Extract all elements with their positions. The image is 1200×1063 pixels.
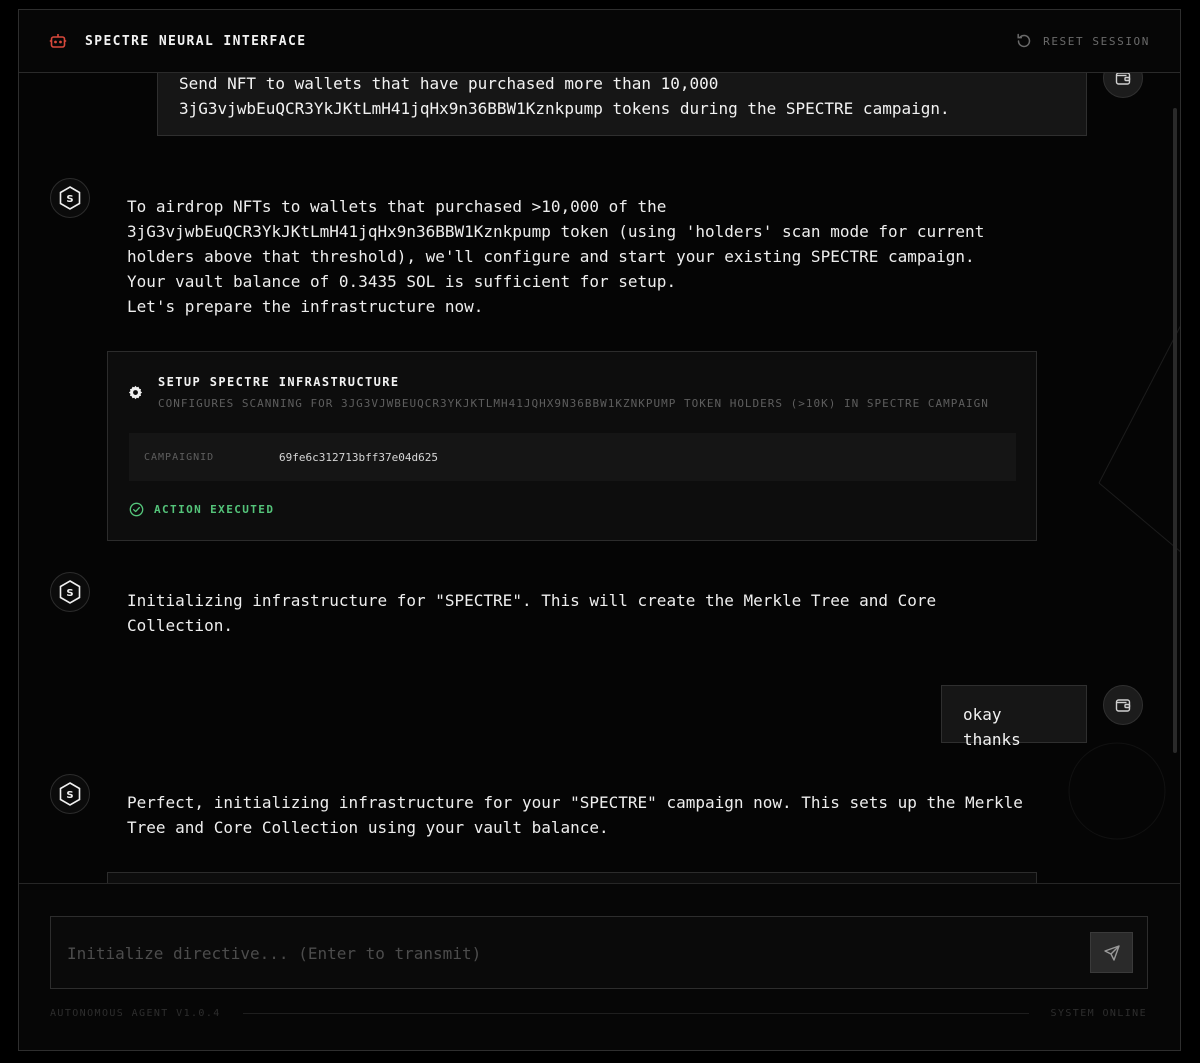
user-message: okay thanks (941, 685, 1087, 749)
hexagon-logo-icon: S (57, 579, 83, 605)
chat-scroll-area[interactable]: Send NFT to wallets that have purchased … (19, 73, 1180, 883)
param-row: CAMPAIGNID 69fe6c312713bff37e04d625 (129, 433, 1016, 481)
composer-box (50, 916, 1148, 989)
send-icon (1103, 944, 1121, 962)
rotate-ccw-icon (1015, 32, 1033, 50)
svg-text:S: S (66, 194, 73, 205)
reset-session-button[interactable]: RESET SESSION (1015, 32, 1150, 50)
composer-area: AUTONOMOUS AGENT V1.0.4 SYSTEM ONLINE (19, 883, 1180, 1050)
gear-icon (128, 385, 143, 404)
footer-divider (242, 1012, 1029, 1014)
hexagon-logo-icon: S (57, 185, 83, 211)
svg-text:S: S (66, 588, 73, 599)
check-circle-icon (129, 502, 144, 517)
header: SPECTRE NEURAL INTERFACE RESET SESSION (19, 10, 1180, 73)
hexagon-logo-icon: S (57, 781, 83, 807)
wallet-icon (1114, 73, 1132, 87)
agent-message-text: Perfect, initializing infrastructure for… (127, 793, 1023, 837)
send-button[interactable] (1090, 932, 1133, 973)
user-message-text: okay thanks (963, 705, 1021, 749)
app-title: SPECTRE NEURAL INTERFACE (85, 33, 307, 49)
param-value: 69fe6c312713bff37e04d625 (279, 450, 438, 464)
directive-input[interactable] (67, 935, 1067, 971)
action-status: ACTION EXECUTED (129, 502, 274, 517)
wallet-icon (1114, 696, 1132, 714)
action-description: CONFIGURES SCANNING FOR 3JG3VJWBEUQCR3YK… (158, 397, 989, 410)
agent-avatar: S (50, 774, 90, 814)
reset-session-label: RESET SESSION (1043, 34, 1150, 48)
action-status-label: ACTION EXECUTED (154, 503, 275, 516)
action-card: SETUP SPECTRE INFRASTRUCTURE CONFIGURES … (107, 351, 1037, 541)
chat-scrollbar[interactable] (1173, 108, 1177, 753)
action-card-partial (107, 872, 1037, 883)
agent-avatar: S (50, 178, 90, 218)
action-title: SETUP SPECTRE INFRASTRUCTURE (158, 375, 400, 389)
agent-message-text: To airdrop NFTs to wallets that purchase… (127, 197, 985, 316)
user-avatar (1103, 73, 1143, 98)
agent-message-text: Initializing infrastructure for "SPECTRE… (127, 591, 937, 635)
footer: AUTONOMOUS AGENT V1.0.4 SYSTEM ONLINE (50, 1006, 1147, 1020)
version-label: AUTONOMOUS AGENT V1.0.4 (50, 1007, 221, 1019)
param-key: CAMPAIGNID (144, 451, 215, 463)
robot-icon (49, 32, 67, 50)
user-message: Send NFT to wallets that have purchased … (157, 73, 1087, 136)
agent-avatar: S (50, 572, 90, 612)
svg-text:S: S (66, 790, 73, 801)
user-avatar (1103, 685, 1143, 725)
system-status-label: SYSTEM ONLINE (1050, 1007, 1147, 1019)
user-message-text: Send NFT to wallets that have purchased … (179, 74, 950, 118)
app-window: SPECTRE NEURAL INTERFACE RESET SESSION S… (18, 9, 1181, 1051)
